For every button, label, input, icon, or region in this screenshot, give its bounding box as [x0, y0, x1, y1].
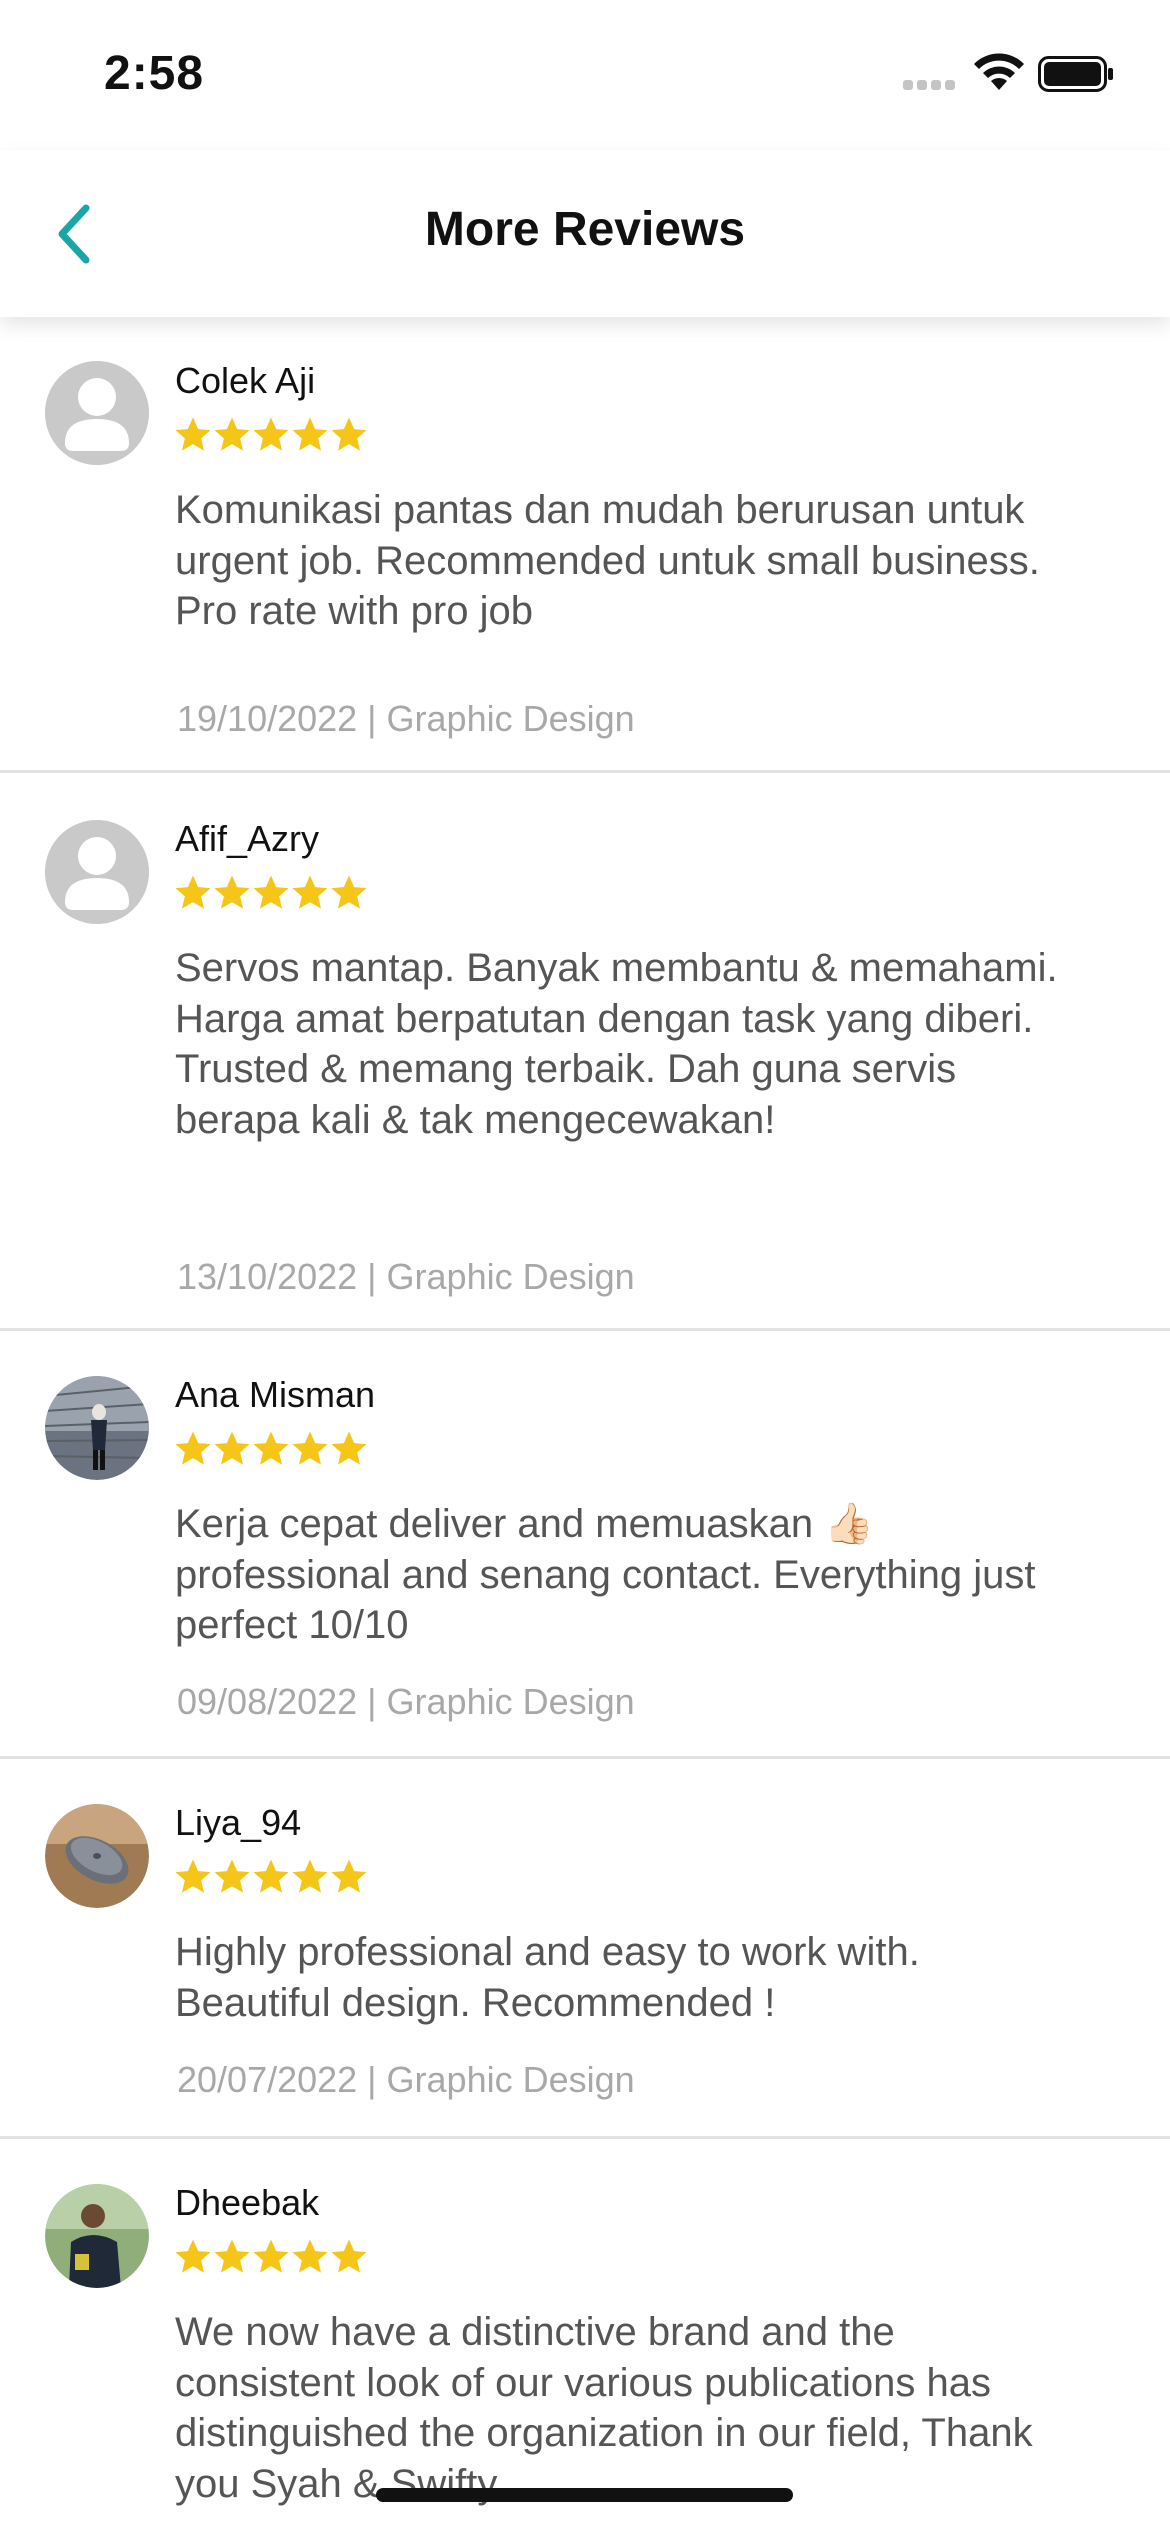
user-placeholder-icon — [45, 361, 149, 465]
avatar — [45, 1804, 149, 1908]
review-item: Colek Aji Komunikasi pantas dan mudah be… — [0, 317, 1170, 773]
star-rating — [173, 2237, 368, 2279]
review-list[interactable]: Colek Aji Komunikasi pantas dan mudah be… — [0, 317, 1170, 2519]
reviewer-name: Liya_94 — [175, 1802, 302, 1843]
reviewer-photo — [45, 1376, 149, 1480]
star-icon — [175, 1859, 211, 1893]
star-icon — [331, 1431, 367, 1465]
star-icon — [292, 417, 328, 451]
review-text: Servos mantap. Banyak membantu & memaham… — [175, 946, 1058, 1142]
review-text: Komunikasi pantas dan mudah berurusan un… — [175, 488, 1040, 633]
review-text: Highly professional and easy to work wit… — [175, 1930, 920, 2025]
star-icon — [253, 875, 289, 909]
star-icon — [175, 875, 211, 909]
reviewer-photo — [45, 2184, 149, 2288]
reviewer-name: Afif_Azry — [175, 818, 320, 859]
star-icon — [214, 1431, 250, 1465]
cellular-signal-icon — [903, 80, 961, 94]
star-icon — [214, 875, 250, 909]
star-icon — [253, 417, 289, 451]
avatar — [45, 2184, 149, 2288]
star-icon — [253, 2239, 289, 2273]
avatar — [45, 820, 149, 924]
star-rating — [173, 1429, 368, 1471]
star-icon — [175, 2239, 211, 2273]
star-icon — [331, 2239, 367, 2273]
star-rating — [173, 873, 368, 915]
reviewer-name: Dheebak — [175, 2182, 320, 2223]
star-icon — [253, 1859, 289, 1893]
star-icon — [292, 1859, 328, 1893]
review-date-category: 20/07/2022 | Graphic Design — [177, 2059, 635, 2100]
star-icon — [331, 875, 367, 909]
review-date-category: 09/08/2022 | Graphic Design — [177, 1681, 635, 1722]
reviewer-name: Ana Misman — [175, 1374, 376, 1415]
review-text: Kerja cepat deliver and memuaskan 👍🏻 pro… — [175, 1502, 1036, 1647]
star-icon — [292, 1431, 328, 1465]
star-icon — [214, 1859, 250, 1893]
star-rating — [173, 415, 368, 457]
avatar — [45, 1376, 149, 1480]
star-icon — [175, 1431, 211, 1465]
star-icon — [292, 875, 328, 909]
status-time: 2:58 — [104, 47, 205, 100]
status-bar: 2:58 — [0, 0, 1170, 150]
star-icon — [214, 417, 250, 451]
reviewer-photo — [45, 1804, 149, 1908]
review-item: Afif_Azry Servos mantap. Banyak membantu… — [0, 773, 1170, 1331]
wifi-icon — [974, 53, 1024, 90]
navigation-bar: More Reviews — [0, 150, 1170, 317]
review-date-category: 13/10/2022 | Graphic Design — [177, 1256, 635, 1297]
review-item: Ana Misman Kerja cepat deliver and memua… — [0, 1331, 1170, 1759]
battery-icon — [1038, 56, 1113, 92]
review-item: Liya_94 Highly professional and easy to … — [0, 1759, 1170, 2139]
review-item: Dheebak We now have a distinctive brand … — [0, 2139, 1170, 2519]
star-icon — [175, 417, 211, 451]
star-rating — [173, 1857, 368, 1899]
review-date-category: 19/10/2022 | Graphic Design — [177, 698, 635, 739]
review-text: We now have a distinctive brand and the … — [175, 2310, 1033, 2506]
star-icon — [331, 1859, 367, 1893]
page-title: More Reviews — [424, 203, 746, 256]
avatar — [45, 361, 149, 465]
star-icon — [253, 1431, 289, 1465]
star-icon — [214, 2239, 250, 2273]
home-indicator[interactable] — [376, 2488, 793, 2502]
reviewer-name: Colek Aji — [175, 360, 316, 401]
star-icon — [331, 417, 367, 451]
star-icon — [292, 2239, 328, 2273]
user-placeholder-icon — [45, 820, 149, 924]
